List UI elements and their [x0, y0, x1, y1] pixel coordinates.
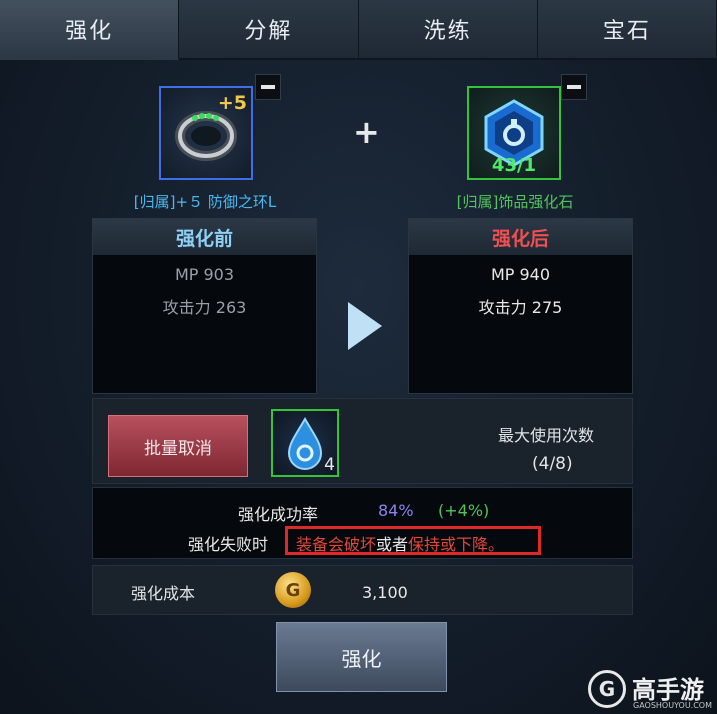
enhance-button[interactable]: 强化 — [276, 622, 447, 692]
fail-part-or: 或者 — [376, 535, 409, 554]
fail-label: 强化失败时 — [188, 535, 269, 554]
success-rate-label: 强化成功率 — [238, 505, 319, 524]
cost-label: 强化成本 — [131, 584, 196, 603]
tab-gem[interactable]: 宝石 — [537, 0, 717, 60]
material-name: [归属]饰品强化石 — [456, 193, 574, 211]
before-title: 强化前 — [93, 219, 316, 255]
tab-refine[interactable]: 洗练 — [358, 0, 538, 60]
batch-cancel-button[interactable]: 批量取消 — [108, 415, 248, 477]
fail-part-destroy: 装备会破坏 — [296, 535, 377, 554]
watermark-brand: 高手游 — [632, 676, 704, 704]
remove-material-button[interactable] — [561, 74, 587, 100]
material-slot[interactable]: 43/1 — [467, 86, 561, 180]
watermark-domain: GAOSHOUYOU.COM — [633, 701, 713, 710]
gold-coin-icon: G — [275, 572, 311, 608]
fail-part-keep: 保持或下降。 — [408, 535, 505, 554]
before-mp: MP 903 — [174, 265, 235, 284]
consumable-slot[interactable]: 4 — [271, 409, 339, 477]
watermark-logo-icon: G — [588, 670, 626, 708]
consumable-count: 4 — [324, 455, 335, 475]
tab-bar: 强化 分解 洗练 宝石 — [0, 0, 717, 60]
max-use-label: 最大使用次数 — [498, 426, 595, 445]
material-count: 43/1 — [491, 155, 537, 176]
after-mp: MP 940 — [490, 265, 551, 284]
enhance-level-badge: +5 — [217, 92, 247, 114]
cost-value: 3,100 — [362, 583, 408, 602]
plus-symbol: + — [353, 113, 380, 151]
equipment-name: [归属]+５ 防御之环L — [133, 193, 277, 211]
tab-disassemble[interactable]: 分解 — [179, 0, 359, 60]
after-stats-panel: 强化后 MP 940 攻击力 275 — [408, 218, 633, 394]
after-attack: 攻击力 275 — [478, 298, 563, 317]
success-rate-bonus: (+4%) — [438, 501, 490, 520]
arrow-right-icon — [348, 302, 382, 350]
before-stats-panel: 强化前 MP 903 攻击力 263 — [92, 218, 317, 394]
equipment-slot[interactable]: +5 — [159, 86, 253, 180]
max-use-value: (4/8) — [532, 454, 573, 474]
tab-enhance[interactable]: 强化 — [0, 0, 180, 60]
after-title: 强化后 — [409, 219, 632, 255]
success-rate-value: 84% — [378, 501, 414, 520]
before-attack: 攻击力 263 — [162, 298, 247, 317]
remove-equipment-button[interactable] — [255, 74, 281, 100]
fail-consequence: 装备会破坏或者保持或下降。 — [296, 531, 504, 555]
